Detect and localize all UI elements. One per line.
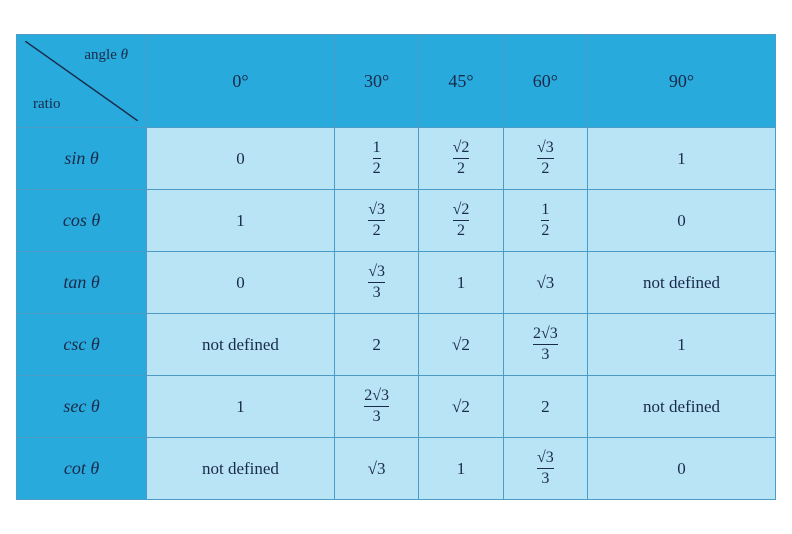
csc-60: 2√3 3 [503,314,587,376]
csc-90: 1 [588,314,776,376]
cot-label: cot θ [17,438,147,500]
tan-30: √3 3 [334,252,418,314]
cos-90: 0 [588,190,776,252]
header-angle-60: 60° [503,35,587,128]
header-angle-90: 90° [588,35,776,128]
sin-90: 1 [588,128,776,190]
fraction-1-2: 1 2 [373,139,381,177]
cos-0: 1 [147,190,335,252]
sin-45: √2 2 [419,128,503,190]
trig-ratios-table: angle θ ratio 0° 30° 45° 60° 90° sin θ 0… [16,34,776,500]
fraction-sqrt3-3-cot: √3 3 [537,449,554,487]
tan-row: tan θ 0 √3 3 1 √3 not defined [17,252,776,314]
sin-row: sin θ 0 1 2 √2 2 √3 2 1 [17,128,776,190]
fraction-sqrt3-2-cos: √3 2 [368,201,385,239]
tan-label: tan θ [17,252,147,314]
cot-60: √3 3 [503,438,587,500]
csc-label: csc θ [17,314,147,376]
tan-90: not defined [588,252,776,314]
csc-row: csc θ not defined 2 √2 2√3 3 1 [17,314,776,376]
corner-ratio-label: ratio [33,96,61,113]
sec-45: √2 [419,376,503,438]
sin-0: 0 [147,128,335,190]
fraction-sqrt2-2: √2 2 [453,139,470,177]
fraction-sqrt2-2-cos: √2 2 [453,201,470,239]
csc-30: 2 [334,314,418,376]
sec-90: not defined [588,376,776,438]
sec-30: 2√3 3 [334,376,418,438]
sin-60: √3 2 [503,128,587,190]
cot-row: cot θ not defined √3 1 √3 3 0 [17,438,776,500]
header-angle-45: 45° [419,35,503,128]
fraction-2sqrt3-3-sec: 2√3 3 [364,387,389,425]
corner-cell: angle θ ratio [17,35,147,128]
cot-45: 1 [419,438,503,500]
cos-label: cos θ [17,190,147,252]
sin-label: sin θ [17,128,147,190]
fraction-sqrt3-3-tan: √3 3 [368,263,385,301]
tan-60: √3 [503,252,587,314]
sec-60: 2 [503,376,587,438]
sec-0: 1 [147,376,335,438]
fraction-sqrt3-2: √3 2 [537,139,554,177]
cos-45: √2 2 [419,190,503,252]
cos-30: √3 2 [334,190,418,252]
fraction-1-2-cos: 1 2 [541,201,549,239]
cot-30: √3 [334,438,418,500]
sin-30: 1 2 [334,128,418,190]
sec-label: sec θ [17,376,147,438]
header-angle-30: 30° [334,35,418,128]
header-angle-0: 0° [147,35,335,128]
tan-45: 1 [419,252,503,314]
fraction-2sqrt3-3-csc: 2√3 3 [533,325,558,363]
cot-90: 0 [588,438,776,500]
csc-45: √2 [419,314,503,376]
corner-angle-label: angle θ [84,47,128,64]
header-row: angle θ ratio 0° 30° 45° 60° 90° [17,35,776,128]
tan-0: 0 [147,252,335,314]
cot-0: not defined [147,438,335,500]
csc-0: not defined [147,314,335,376]
sec-row: sec θ 1 2√3 3 √2 2 not defined [17,376,776,438]
cos-row: cos θ 1 √3 2 √2 2 1 2 0 [17,190,776,252]
cos-60: 1 2 [503,190,587,252]
